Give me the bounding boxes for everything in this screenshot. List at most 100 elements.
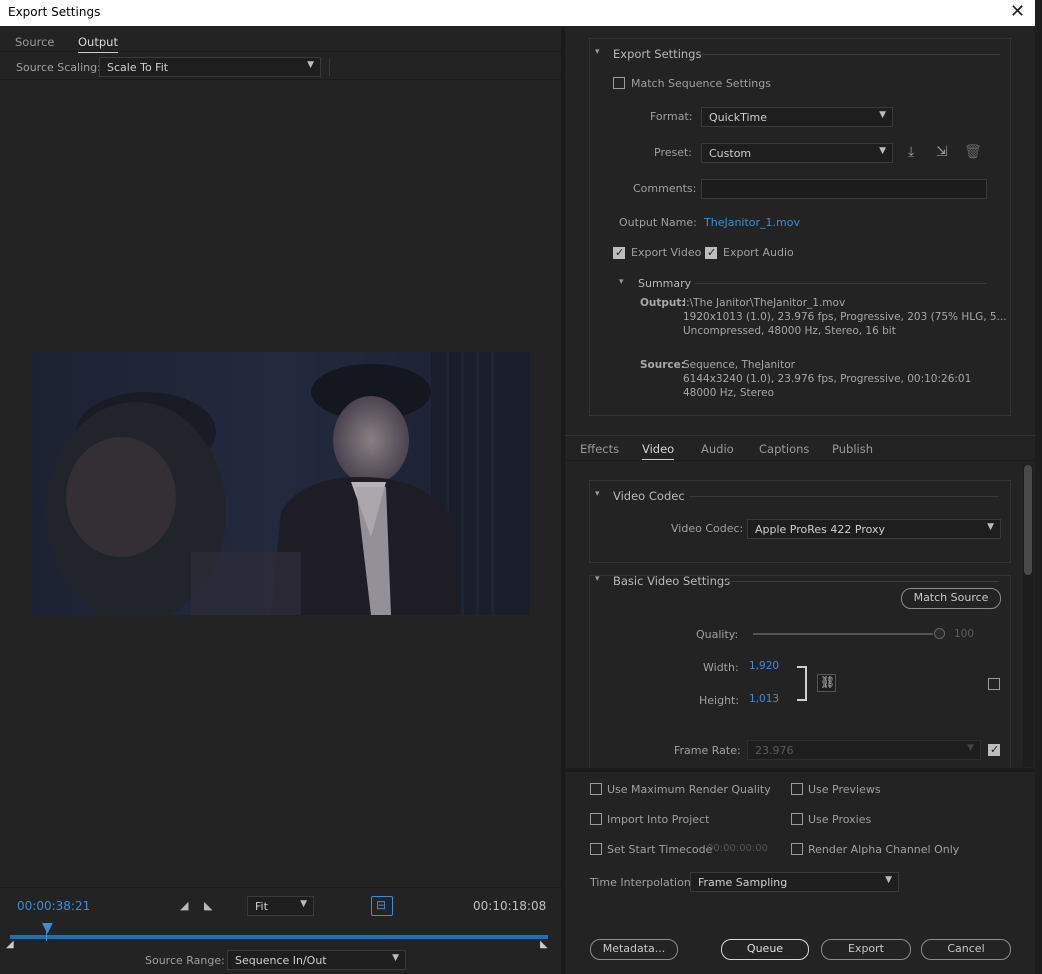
range-in-handle[interactable]: ◢ xyxy=(6,939,14,950)
preview-panel: Source Output Source Scaling: Scale To F… xyxy=(0,27,561,974)
tab-publish[interactable]: Publish xyxy=(832,442,873,456)
summary-output-line-3: Uncompressed, 48000 Hz, Stereo, 16 bit xyxy=(683,325,896,337)
range-out-handle[interactable]: ◣ xyxy=(540,939,548,950)
toolbar-separator xyxy=(0,79,561,80)
render-alpha-label: Render Alpha Channel Only xyxy=(808,843,960,856)
video-frame-image xyxy=(31,352,530,615)
start-timecode-value: 00:00:00:00 xyxy=(707,843,769,854)
frame-rate-label: Frame Rate: xyxy=(674,744,741,757)
video-preview-frame xyxy=(31,352,530,615)
tab-audio[interactable]: Audio xyxy=(701,442,734,456)
override-frame-rate-checkbox[interactable] xyxy=(988,743,1000,756)
chevron-down-icon: ▼ xyxy=(392,953,399,963)
export-button[interactable]: Export xyxy=(821,939,911,960)
source-range-label: Source Range: xyxy=(145,954,225,967)
output-name-link[interactable]: TheJanitor_1.mov xyxy=(704,216,800,229)
render-alpha-checkbox[interactable] xyxy=(791,843,803,855)
time-interpolation-value: Frame Sampling xyxy=(698,876,788,889)
summary-output-label: Output: xyxy=(640,297,686,309)
import-preset-icon[interactable]: ⇲ xyxy=(936,144,948,160)
tab-effects[interactable]: Effects xyxy=(580,442,619,456)
toolbar-divider xyxy=(329,58,330,76)
width-value[interactable]: 1,920 xyxy=(749,660,779,672)
source-range-dropdown[interactable]: Sequence In/Out ▼ xyxy=(227,950,406,970)
window-title: Export Settings xyxy=(8,5,101,19)
mark-in-icon[interactable]: ◢ xyxy=(180,899,188,912)
metadata-button[interactable]: Metadata... xyxy=(590,939,678,960)
export-video-label: Export Video xyxy=(631,246,702,259)
use-previews-checkbox[interactable] xyxy=(791,783,803,795)
set-start-timecode-checkbox[interactable] xyxy=(590,843,602,855)
background-strip xyxy=(1035,0,1042,974)
source-scaling-label: Source Scaling: xyxy=(16,61,101,74)
close-icon[interactable]: ✕ xyxy=(1010,1,1025,22)
aspect-ratio-correction-button[interactable]: ⊟ xyxy=(371,896,393,916)
match-source-button[interactable]: Match Source xyxy=(901,588,1001,609)
collapse-caret-icon[interactable]: ▾ xyxy=(595,574,600,584)
width-label: Width: xyxy=(703,661,739,674)
current-timecode[interactable]: 00:00:38:21 xyxy=(17,899,90,913)
match-sequence-checkbox[interactable] xyxy=(613,77,625,89)
summary-source-label: Source: xyxy=(640,359,685,371)
tab-source[interactable]: Source xyxy=(15,35,55,49)
source-range-value: Sequence In/Out xyxy=(235,954,327,967)
timeline-separator xyxy=(0,887,561,888)
header-rule xyxy=(700,54,1000,55)
quality-slider-track[interactable] xyxy=(753,633,933,635)
playhead-icon[interactable]: ▼ xyxy=(42,920,53,936)
max-render-quality-label: Use Maximum Render Quality xyxy=(607,783,771,796)
preset-dropdown[interactable]: Custom ▼ xyxy=(701,143,893,163)
use-proxies-label: Use Proxies xyxy=(808,813,872,826)
scrollbar-thumb[interactable] xyxy=(1024,465,1032,575)
import-into-project-checkbox[interactable] xyxy=(590,813,602,825)
override-size-checkbox[interactable] xyxy=(988,678,1000,690)
use-proxies-checkbox[interactable] xyxy=(791,813,803,825)
time-interpolation-dropdown[interactable]: Frame Sampling ▼ xyxy=(690,872,899,892)
title-bar: Export Settings ✕ xyxy=(0,0,1035,26)
video-codec-dropdown[interactable]: Apple ProRes 422 Proxy ▼ xyxy=(747,519,1001,539)
summary-caret-icon[interactable]: ▾ xyxy=(619,277,624,287)
playhead-line xyxy=(46,931,47,941)
cancel-button[interactable]: Cancel xyxy=(921,939,1011,960)
frame-rate-dropdown[interactable]: 23.976 ▼ xyxy=(747,740,981,760)
zoom-dropdown[interactable]: Fit ▼ xyxy=(247,896,314,916)
output-name-label: Output Name: xyxy=(619,216,697,229)
format-dropdown[interactable]: QuickTime ▼ xyxy=(701,107,893,127)
save-preset-icon[interactable]: ⤓ xyxy=(908,144,914,160)
export-video-checkbox[interactable] xyxy=(613,246,625,259)
scrollbar-track[interactable] xyxy=(1023,465,1033,767)
height-label: Height: xyxy=(699,694,740,707)
tab-video[interactable]: Video xyxy=(642,442,675,460)
tab-captions[interactable]: Captions xyxy=(759,442,809,456)
import-into-project-label: Import Into Project xyxy=(607,813,710,826)
summary-header: Summary xyxy=(638,277,692,290)
chain-link-icon: ⛓ xyxy=(820,675,836,689)
summary-output-line-2: 1920x1013 (1.0), 23.976 fps, Progressive… xyxy=(683,311,1007,323)
link-dimensions-button[interactable]: ⛓ xyxy=(817,674,836,692)
header-rule xyxy=(689,496,999,497)
delete-preset-icon[interactable]: 🗑 xyxy=(964,144,982,160)
collapse-caret-icon[interactable]: ▾ xyxy=(595,47,600,57)
timeline-track[interactable] xyxy=(10,935,548,939)
source-scaling-value: Scale To Fit xyxy=(107,61,169,74)
quality-slider-handle[interactable] xyxy=(934,628,945,639)
max-render-quality-checkbox[interactable] xyxy=(590,783,602,795)
duration-timecode: 00:10:18:08 xyxy=(473,899,547,913)
preset-label: Preset: xyxy=(654,146,693,159)
export-audio-checkbox[interactable] xyxy=(705,246,717,259)
use-previews-label: Use Previews xyxy=(808,783,881,796)
tab-output[interactable]: Output xyxy=(78,35,118,53)
mark-out-icon[interactable]: ◣ xyxy=(204,899,212,912)
chevron-down-icon: ▼ xyxy=(987,522,994,532)
preview-tab-bar: Source Output xyxy=(0,27,561,53)
summary-source-line-3: 48000 Hz, Stereo xyxy=(683,387,775,399)
height-value[interactable]: 1,013 xyxy=(749,693,779,705)
queue-button[interactable]: Queue xyxy=(721,939,809,960)
header-rule xyxy=(725,581,999,582)
collapse-caret-icon[interactable]: ▾ xyxy=(595,489,600,499)
comments-input[interactable] xyxy=(701,179,987,199)
video-codec-label: Video Codec: xyxy=(671,522,744,535)
chevron-down-icon: ▼ xyxy=(967,743,974,753)
source-scaling-dropdown[interactable]: Scale To Fit ▼ xyxy=(99,57,321,77)
quality-value: 100 xyxy=(954,628,975,640)
